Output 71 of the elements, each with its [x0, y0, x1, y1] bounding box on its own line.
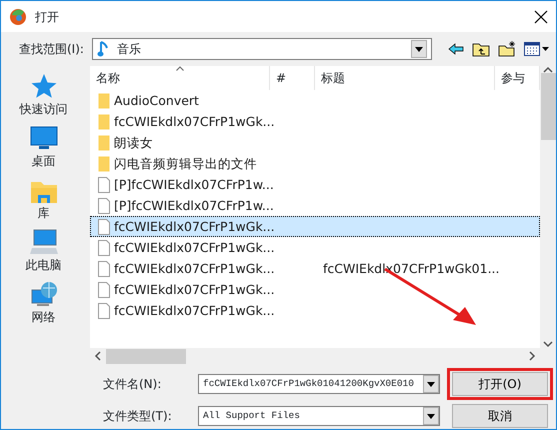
file-row[interactable]: fcCWIEkdlx07CFrP1wGk... — [90, 300, 540, 321]
music-note-icon — [96, 40, 109, 58]
file-row[interactable]: fcCWIEkdlx07CFrP1wGk... — [90, 216, 540, 237]
file-type-dropdown[interactable]: All Support Files — [198, 406, 440, 426]
scroll-up-icon[interactable] — [543, 66, 553, 73]
look-in-label: 查找范围(I): — [19, 41, 84, 58]
file-row[interactable]: 闪电音频剪辑导出的文件 — [90, 153, 540, 174]
scroll-down-icon[interactable] — [543, 341, 553, 348]
file-name: fcCWIEkdlx07CFrP1wGk... — [114, 218, 275, 236]
sidebar-item[interactable]: 网络 — [32, 308, 56, 326]
file-name: fcCWIEkdlx07CFrP1wGk... — [114, 302, 275, 320]
close-icon[interactable] — [534, 10, 548, 24]
file-name: [P]fcCWIEkdlx07CFrP1w... — [114, 197, 274, 215]
folder-icon — [98, 92, 110, 108]
dropdown-caret-icon[interactable] — [423, 375, 439, 393]
dropdown-caret-icon[interactable] — [410, 40, 427, 58]
file-name: fcCWIEkdlx07CFrP1wGk... — [114, 113, 275, 131]
desktop-icon — [28, 124, 58, 152]
dropdown-caret-icon[interactable] — [423, 407, 439, 425]
star-icon — [28, 72, 58, 100]
file-row[interactable]: fcCWIEkdlx07CFrP1wGk... — [90, 279, 540, 300]
sidebar-item[interactable]: 此电脑 — [26, 256, 62, 274]
file-row[interactable]: [P]fcCWIEkdlx07CFrP1w... — [90, 195, 540, 216]
folder-icon — [98, 134, 110, 150]
file-icon — [98, 176, 110, 192]
file-name: AudioConvert — [114, 92, 199, 110]
file-icon — [98, 260, 110, 276]
file-name: 朗读女 — [114, 134, 153, 152]
file-icon — [98, 240, 110, 256]
file-row[interactable]: 朗读女 — [90, 132, 540, 153]
file-icon — [98, 302, 110, 318]
computer-icon — [28, 228, 58, 256]
file-row[interactable]: AudioConvert — [90, 90, 540, 111]
dialog-button[interactable]: 取消 — [452, 404, 548, 428]
view-menu-icon[interactable] — [524, 42, 550, 56]
file-row[interactable]: fcCWIEkdlx07CFrP1wGk... — [90, 111, 540, 132]
scrollbar-thumb[interactable] — [106, 348, 186, 364]
new-folder-icon[interactable] — [498, 41, 516, 57]
file-name: fcCWIEkdlx07CFrP1wGk... — [114, 260, 275, 278]
column-header[interactable]: 名称 — [90, 66, 270, 90]
folder-icon — [98, 114, 110, 130]
network-icon — [28, 280, 58, 308]
file-title: fcCWIEkdlx07CFrP1wGk01... — [322, 260, 500, 278]
file-name: fcCWIEkdlx07CFrP1wGk... — [114, 281, 275, 299]
sidebar-item[interactable]: 桌面 — [32, 152, 56, 170]
file-name-label: 文件名(N): — [103, 376, 162, 393]
file-name: fcCWIEkdlx07CFrP1wGk... — [114, 239, 275, 257]
sidebar-item[interactable]: 库 — [38, 204, 50, 222]
file-name: [P]fcCWIEkdlx07CFrP1w... — [114, 176, 274, 194]
file-icon — [98, 282, 110, 298]
look-in-dropdown[interactable]: 音乐 — [92, 38, 432, 60]
dialog-button[interactable]: 打开(O) — [452, 372, 548, 396]
app-icon — [9, 8, 27, 26]
file-row[interactable]: fcCWIEkdlx07CFrP1wGk... fcCWIEkdlx07CFrP1wGk01... — [90, 258, 540, 279]
file-row[interactable]: [P]fcCWIEkdlx07CFrP1w... — [90, 174, 540, 195]
back-arrow-icon[interactable] — [448, 43, 464, 55]
file-name: 闪电音频剪辑导出的文件 — [114, 155, 257, 173]
sidebar-item[interactable]: 快速访问 — [20, 100, 68, 118]
file-name-field[interactable]: fcCWIEkdlx07CFrP1wGk01041200KgvX0E010 — [198, 374, 440, 394]
scrollbar-thumb[interactable] — [540, 73, 556, 140]
file-row[interactable]: fcCWIEkdlx07CFrP1wGk... — [90, 237, 540, 258]
look-in-value: 音乐 — [116, 41, 142, 58]
file-icon — [98, 198, 110, 214]
column-header[interactable]: 标题 — [315, 66, 495, 90]
folder-icon — [98, 156, 110, 172]
sort-caret-icon — [176, 66, 184, 71]
up-folder-icon[interactable] — [472, 41, 490, 57]
window-title: 打开 — [35, 8, 59, 26]
file-icon — [98, 218, 110, 234]
file-type-label: 文件类型(T): — [103, 408, 173, 425]
column-header[interactable]: # — [270, 66, 315, 90]
